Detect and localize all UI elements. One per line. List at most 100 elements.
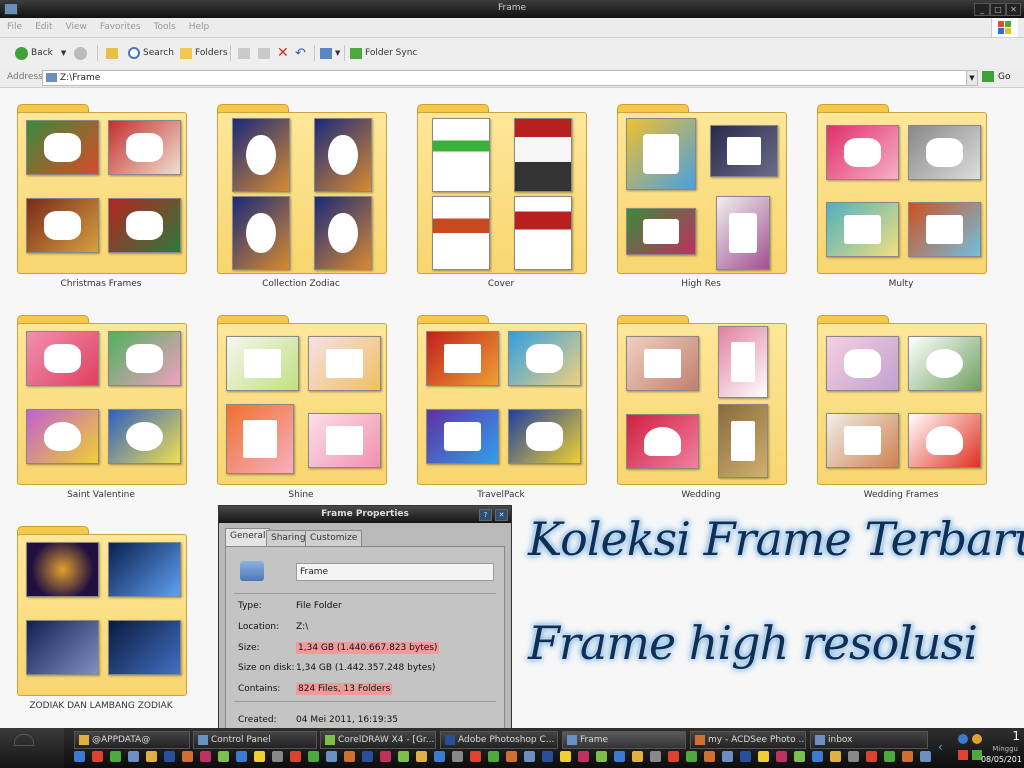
dialog-title[interactable]: Frame Properties — [219, 506, 511, 523]
back-dropdown-icon[interactable]: ▼ — [61, 49, 66, 57]
quicklaunch-icon[interactable] — [596, 751, 607, 762]
tab-customize[interactable]: Customize — [305, 530, 363, 547]
menu-edit[interactable]: Edit — [28, 18, 58, 32]
quicklaunch-icon[interactable] — [830, 751, 841, 762]
tray-expand-icon[interactable]: ‹ — [938, 740, 943, 754]
quicklaunch-icon[interactable] — [686, 751, 697, 762]
folder-item[interactable]: Wedding Frames — [817, 307, 1007, 512]
folder-name-input[interactable]: Frame — [296, 563, 494, 581]
quicklaunch-icon[interactable] — [74, 751, 85, 762]
undo-icon[interactable]: ↶ — [295, 45, 306, 61]
quicklaunch-icon[interactable] — [236, 751, 247, 762]
quicklaunch-icon[interactable] — [254, 751, 265, 762]
menu-file[interactable]: File — [0, 18, 28, 32]
tab-general[interactable]: General — [225, 528, 271, 547]
quicklaunch-icon[interactable] — [362, 751, 373, 762]
quicklaunch-icon[interactable] — [272, 751, 283, 762]
quicklaunch-icon[interactable] — [506, 751, 517, 762]
folder-item[interactable]: Wedding — [617, 307, 807, 512]
quicklaunch-icon[interactable] — [470, 751, 481, 762]
quicklaunch-icon[interactable] — [632, 751, 643, 762]
quicklaunch-icon[interactable] — [452, 751, 463, 762]
bluetooth-icon[interactable] — [958, 734, 968, 744]
quicklaunch-icon[interactable] — [920, 751, 931, 762]
quicklaunch-icon[interactable] — [218, 751, 229, 762]
quicklaunch-icon[interactable] — [416, 751, 427, 762]
folder-item[interactable]: Saint Valentine — [17, 307, 207, 512]
taskbar-button-inbox[interactable]: inbox — [810, 731, 928, 749]
quicklaunch-icon[interactable] — [146, 751, 157, 762]
start-button[interactable] — [0, 728, 64, 768]
folder-item[interactable]: Multy — [817, 96, 1007, 301]
quicklaunch-icon[interactable] — [200, 751, 211, 762]
tab-sharing[interactable]: Sharing — [266, 530, 311, 547]
forward-button[interactable] — [74, 45, 90, 61]
quicklaunch-icon[interactable] — [542, 751, 553, 762]
quicklaunch-icon[interactable] — [722, 751, 733, 762]
quicklaunch-icon[interactable] — [290, 751, 301, 762]
quicklaunch-icon[interactable] — [398, 751, 409, 762]
taskbar-button-frame[interactable]: Frame — [562, 731, 686, 749]
quicklaunch-icon[interactable] — [740, 751, 751, 762]
dialog-help-button[interactable]: ? — [479, 509, 492, 521]
quicklaunch-icon[interactable] — [704, 751, 715, 762]
quicklaunch-icon[interactable] — [308, 751, 319, 762]
minimize-button[interactable]: _ — [974, 3, 990, 16]
quicklaunch-icon[interactable] — [164, 751, 175, 762]
taskbar-button-coreldraw[interactable]: CorelDRAW X4 - [Gr... — [320, 731, 436, 749]
menu-help[interactable]: Help — [182, 18, 216, 32]
quicklaunch-icon[interactable] — [128, 751, 139, 762]
folder-sync-button[interactable]: Folder Sync — [350, 45, 417, 61]
folder-item[interactable]: High Res — [617, 96, 807, 301]
close-button[interactable]: ✕ — [1006, 3, 1021, 16]
quicklaunch-icon[interactable] — [524, 751, 535, 762]
search-button[interactable]: Search — [128, 45, 174, 61]
menu-tools[interactable]: Tools — [147, 18, 182, 32]
folder-item[interactable]: Cover — [417, 96, 607, 301]
taskbar-button-control-panel[interactable]: Control Panel — [193, 731, 317, 749]
move-to-button[interactable] — [238, 45, 253, 61]
quicklaunch-icon[interactable] — [866, 751, 877, 762]
go-button[interactable]: Go — [982, 71, 1010, 82]
quicklaunch-icon[interactable] — [902, 751, 913, 762]
quicklaunch-icon[interactable] — [812, 751, 823, 762]
maximize-button[interactable]: □ — [990, 3, 1006, 16]
quicklaunch-icon[interactable] — [758, 751, 769, 762]
quicklaunch-icon[interactable] — [182, 751, 193, 762]
folder-item[interactable]: Collection Zodiac — [217, 96, 407, 301]
address-dropdown-icon[interactable]: ▼ — [966, 70, 978, 86]
quicklaunch-icon[interactable] — [488, 751, 499, 762]
delete-icon[interactable]: ✕ — [277, 45, 289, 61]
quicklaunch-icon[interactable] — [434, 751, 445, 762]
back-button[interactable]: Back ▼ — [15, 45, 66, 61]
security-icon[interactable] — [958, 750, 968, 760]
folders-button[interactable]: Folders — [180, 45, 228, 61]
quicklaunch-icon[interactable] — [776, 751, 787, 762]
views-button[interactable]: ▼ — [320, 45, 340, 61]
quicklaunch-icon[interactable] — [110, 751, 121, 762]
copy-to-button[interactable] — [258, 45, 273, 61]
menu-favorites[interactable]: Favorites — [93, 18, 147, 32]
quicklaunch-icon[interactable] — [650, 751, 661, 762]
address-input[interactable]: Z:\Frame — [42, 70, 968, 86]
up-folder-button[interactable] — [106, 45, 121, 61]
title-bar[interactable]: Frame _ □ ✕ — [0, 0, 1024, 18]
quicklaunch-icon[interactable] — [380, 751, 391, 762]
quicklaunch-icon[interactable] — [794, 751, 805, 762]
folder-item[interactable]: Christmas Frames — [17, 96, 207, 301]
menu-view[interactable]: View — [59, 18, 93, 32]
folder-item[interactable]: Shine — [217, 307, 407, 512]
quicklaunch-icon[interactable] — [578, 751, 589, 762]
clock-time[interactable]: 1 — [1012, 729, 1020, 743]
folder-item[interactable]: TravelPack — [417, 307, 607, 512]
quicklaunch-icon[interactable] — [92, 751, 103, 762]
quicklaunch-icon[interactable] — [614, 751, 625, 762]
quicklaunch-icon[interactable] — [668, 751, 679, 762]
dialog-close-button[interactable]: ✕ — [495, 509, 508, 521]
folder-item[interactable]: ZODIAK DAN LAMBANG ZODIAK — [17, 518, 207, 723]
taskbar-button-photoshop[interactable]: Adobe Photoshop C... — [440, 731, 558, 749]
quicklaunch-icon[interactable] — [326, 751, 337, 762]
taskbar-button-appdata[interactable]: @APPDATA@ — [74, 731, 190, 749]
quicklaunch-icon[interactable] — [848, 751, 859, 762]
quicklaunch-icon[interactable] — [560, 751, 571, 762]
